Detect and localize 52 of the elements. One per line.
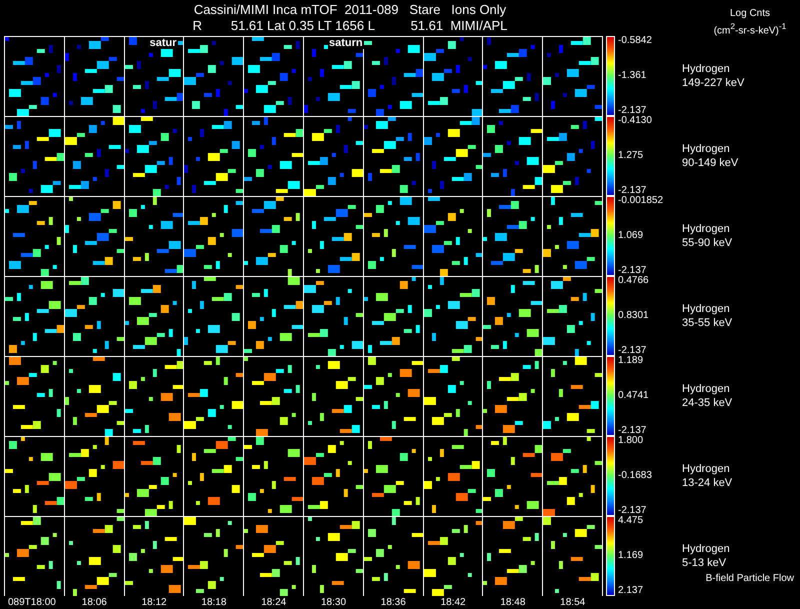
colorbar-max: -0.5842 [618,36,653,46]
species-label: Hydrogen [682,142,731,156]
units-label: (cm$^{2}$-sr-s-keV)$^{-1}$ [714,20,786,38]
energy-label: 24-35 keV [682,396,734,410]
species-label: Hydrogen [682,62,731,76]
energy-label: 13-24 keV [682,476,734,490]
species-label: Hydrogen [682,462,731,476]
time-label: 089T18:00 [7,596,57,609]
colorbar-max: -0.4130 [618,116,653,126]
colorbar-mid: 1.169 [618,551,644,561]
colorbar-max: 4.475 [618,516,644,526]
time-label: 18:54 [559,596,586,609]
energy-label: 90-149 keV [682,156,740,170]
colorbar-mid: 0.8301 [618,311,650,321]
energy-label: 35-55 keV [682,316,734,330]
colorbar-mid: 1.069 [618,231,644,241]
time-label: 18:24 [260,596,288,609]
colorbar-min: -2.137 [618,426,648,436]
colorbar-min: -2.137 [618,186,648,196]
colorbar-min: -2.137 [618,506,648,516]
time-label: 18:48 [499,596,526,609]
colorbar-mid: 1.275 [618,151,644,161]
colorbar-min: -2.137 [618,346,648,356]
colorbar-max: 1.800 [618,436,644,446]
time-label: 18:12 [140,596,168,609]
colorbar-mid: -0.1683 [618,471,653,481]
colorbar-max: 0.4766 [618,276,650,286]
overlay-label: satur [148,37,178,49]
species-label: Hydrogen [682,542,731,556]
colorbar-min: 2.137 [618,586,644,596]
colorbar-mid: 0.4741 [618,391,650,401]
time-label: 18:36 [380,596,407,609]
colorbar-max: -0.001852 [618,196,664,206]
energy-label: 149-227 keV [682,76,746,90]
legend-note: B-field Particle Flow [706,572,794,586]
units-title: Log Cnts [730,8,770,20]
species-label: Hydrogen [682,302,731,316]
colorbar-min: -2.137 [618,266,648,276]
colorbar-mid: -1.361 [618,71,648,81]
time-label: 18:42 [440,596,467,609]
plot-title: Cassini/MIMI Inca mTOF 2011-089 Stare Ions Only [194,2,506,18]
energy-label: 55-90 keV [682,236,734,250]
time-label: 18:06 [80,596,108,609]
plot-subtitle: R 51.61 Lat 0.35 LT 1656 L 51.61 MIMI/APL [192,18,508,34]
energy-label: 5-13 keV [682,556,728,570]
time-label: 18:30 [320,596,348,609]
colorbar-min: -2.137 [618,106,648,116]
time-label: 18:18 [200,596,228,609]
colorbar-max: 1.189 [618,356,644,366]
species-label: Hydrogen [682,382,731,396]
overlay-label: saturn [328,37,364,49]
species-label: Hydrogen [682,222,731,236]
